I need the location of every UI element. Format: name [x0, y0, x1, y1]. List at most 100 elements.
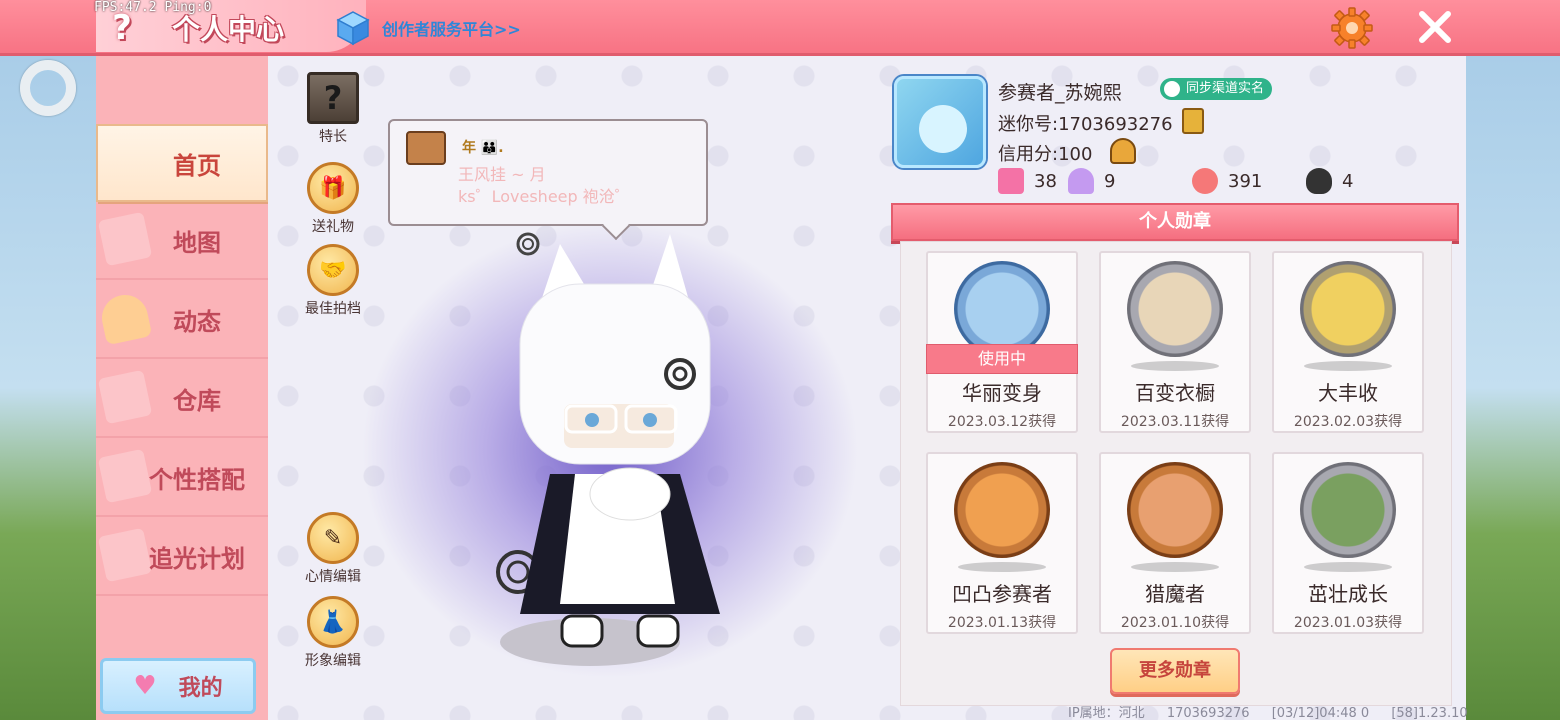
gift-icon: 🎁 — [307, 162, 359, 214]
pink-star-card-icon — [998, 168, 1024, 194]
sidebar: 首页 地图 动态 仓库 个性搭配 追光计划 — [96, 56, 268, 720]
stat-popularity[interactable]: 391 — [1192, 168, 1262, 194]
image-edit-button[interactable]: 👗 形象编辑 — [288, 596, 378, 670]
medal-icon — [1127, 462, 1223, 558]
ip-location: IP属地：河北 — [1068, 706, 1145, 720]
fire-icon — [1192, 168, 1218, 194]
medal-shadow — [1131, 361, 1219, 371]
sidebar-item-feed[interactable]: 动态 — [96, 281, 268, 359]
profile-name: 参赛者_苏婉熙 — [998, 82, 1122, 104]
my-button[interactable]: ♥ 我的 — [100, 658, 256, 714]
medal-date: 2023.01.03获得 — [1293, 615, 1403, 631]
sidebar-item-label: 首页 — [173, 151, 221, 180]
medal-date: 2023.03.11获得 — [1120, 414, 1230, 430]
medal-shadow — [958, 562, 1046, 572]
stat-trophies[interactable]: 9 — [1068, 168, 1115, 194]
image-edit-label: 形象编辑 — [305, 653, 361, 669]
best-partner-button[interactable]: 🤝 最佳拍档 — [288, 244, 378, 318]
floating-circle-button[interactable] — [20, 60, 76, 116]
question-block-icon: ? — [307, 72, 359, 124]
stat-value: 4 — [1342, 170, 1354, 192]
medal-name: 百变衣橱 — [1135, 381, 1215, 405]
medal-icon — [954, 261, 1050, 357]
mood-speech-bubble: 年 👪. 王风挂 ~ 月 ks゜Lovesheep 袍沧゜ — [388, 119, 708, 226]
sidebar-item-label: 地图 — [173, 228, 221, 257]
medal-shadow — [1131, 562, 1219, 572]
game-world-left — [0, 56, 96, 720]
medal-date: 2023.02.03获得 — [1293, 414, 1403, 430]
credit-score: 信用分:100 — [998, 144, 1093, 165]
medal-card[interactable]: 百变衣橱 2023.03.11获得 — [1099, 251, 1251, 433]
stat-value: 391 — [1228, 170, 1263, 192]
profile-avatar[interactable] — [894, 76, 986, 168]
heart-icon: ♥ — [133, 671, 157, 701]
medal-icon — [954, 462, 1050, 558]
medal-date: 2023.01.10获得 — [1120, 615, 1230, 631]
footer-info: IP属地：河北 1703693276 [03/12]04:48 0 [58]1.… — [1068, 702, 1486, 720]
copy-icon[interactable] — [1182, 108, 1204, 134]
sidebar-item-label: 个性搭配 — [149, 465, 245, 494]
medal-card[interactable]: 凹凸参赛者 2023.01.13获得 — [926, 452, 1078, 634]
stat-value: 9 — [1104, 170, 1116, 192]
sidebar-item-map[interactable]: 地图 — [96, 202, 268, 280]
my-button-label: 我的 — [178, 676, 223, 701]
stat-value: 38 — [1034, 170, 1057, 192]
speech-line-1: 王风挂 ~ 月 — [458, 165, 546, 184]
trophy-icon — [1068, 168, 1094, 194]
medal-name: 凹凸参赛者 — [952, 582, 1052, 606]
sidebar-item-home[interactable]: 首页 — [96, 124, 268, 202]
speech-badge: 年 👪. — [462, 140, 504, 156]
medal-date: 2023.03.12获得 — [947, 414, 1057, 430]
speech-line-2: ks゜Lovesheep 袍沧゜ — [458, 187, 631, 206]
medal-shadow — [1304, 361, 1392, 371]
sync-realname-badge[interactable]: 同步渠道实名 — [1160, 78, 1273, 100]
footer-version: [58]1.23.10 — [1391, 706, 1468, 720]
medal-name: 猎魔者 — [1145, 582, 1205, 606]
handshake-icon: 🤝 — [307, 244, 359, 296]
header-bar: ? 个人中心 创作者服务平台>> — [0, 0, 1560, 56]
in-use-badge: 使用中 — [926, 344, 1078, 374]
medal-card[interactable]: 茁壮成长 2023.01.03获得 — [1272, 452, 1424, 634]
specialty-label: 特长 — [319, 129, 347, 145]
credit-info-icon[interactable] — [1110, 138, 1136, 164]
medal-shadow — [1304, 562, 1392, 572]
sidebar-item-label: 动态 — [173, 307, 221, 336]
sidebar-item-chase-light[interactable]: 追光计划 — [96, 518, 268, 596]
medal-card[interactable]: 使用中 华丽变身 2023.03.12获得 — [926, 251, 1078, 433]
mini-id: 迷你号:1703693276 — [998, 114, 1173, 135]
mood-edit-button[interactable]: ✎ 心情编辑 — [288, 512, 378, 586]
fps-readout: FPS:47.2 Ping:0 — [94, 0, 212, 15]
specialty-button[interactable]: ? 特长 — [288, 72, 378, 146]
game-world-right — [1464, 56, 1560, 720]
player-avatar[interactable] — [480, 224, 740, 674]
sidebar-item-outfit[interactable]: 个性搭配 — [96, 439, 268, 517]
best-partner-label: 最佳拍档 — [305, 301, 361, 317]
send-gift-button[interactable]: 🎁 送礼物 — [288, 162, 378, 236]
medal-date: 2023.01.13获得 — [947, 615, 1057, 631]
stat-cards[interactable]: 38 — [998, 168, 1057, 194]
medal-card[interactable]: 大丰收 2023.02.03获得 — [1272, 251, 1424, 433]
stat-likes[interactable]: 4 — [1306, 168, 1353, 194]
edit-icon: ✎ — [307, 512, 359, 564]
creator-platform-link[interactable]: 创作者服务平台>> — [382, 16, 521, 40]
medal-section-header: 个人勋章 — [891, 203, 1459, 241]
medal-name: 华丽变身 — [962, 381, 1042, 405]
medal-card[interactable]: 猎魔者 2023.01.10获得 — [1099, 452, 1251, 634]
sidebar-item-warehouse[interactable]: 仓库 — [96, 360, 268, 438]
outfit-edit-icon: 👗 — [307, 596, 359, 648]
more-medals-button[interactable]: 更多勋章 — [1110, 648, 1240, 694]
heart-icon — [1306, 168, 1332, 194]
footer-time: [03/12]04:48 0 — [1271, 706, 1370, 720]
medal-icon — [1300, 261, 1396, 357]
medal-name: 大丰收 — [1318, 381, 1378, 405]
avatar-face — [919, 105, 967, 153]
emoji-face-icon — [406, 131, 446, 165]
medal-icon — [1127, 261, 1223, 357]
footer-uid: 1703693276 — [1166, 706, 1250, 720]
gear-icon[interactable] — [1330, 6, 1374, 50]
cube-icon[interactable] — [336, 10, 370, 46]
close-icon[interactable] — [1416, 8, 1454, 46]
mood-edit-label: 心情编辑 — [305, 569, 361, 585]
sidebar-item-label: 追光计划 — [149, 544, 245, 573]
send-gift-label: 送礼物 — [312, 219, 354, 235]
